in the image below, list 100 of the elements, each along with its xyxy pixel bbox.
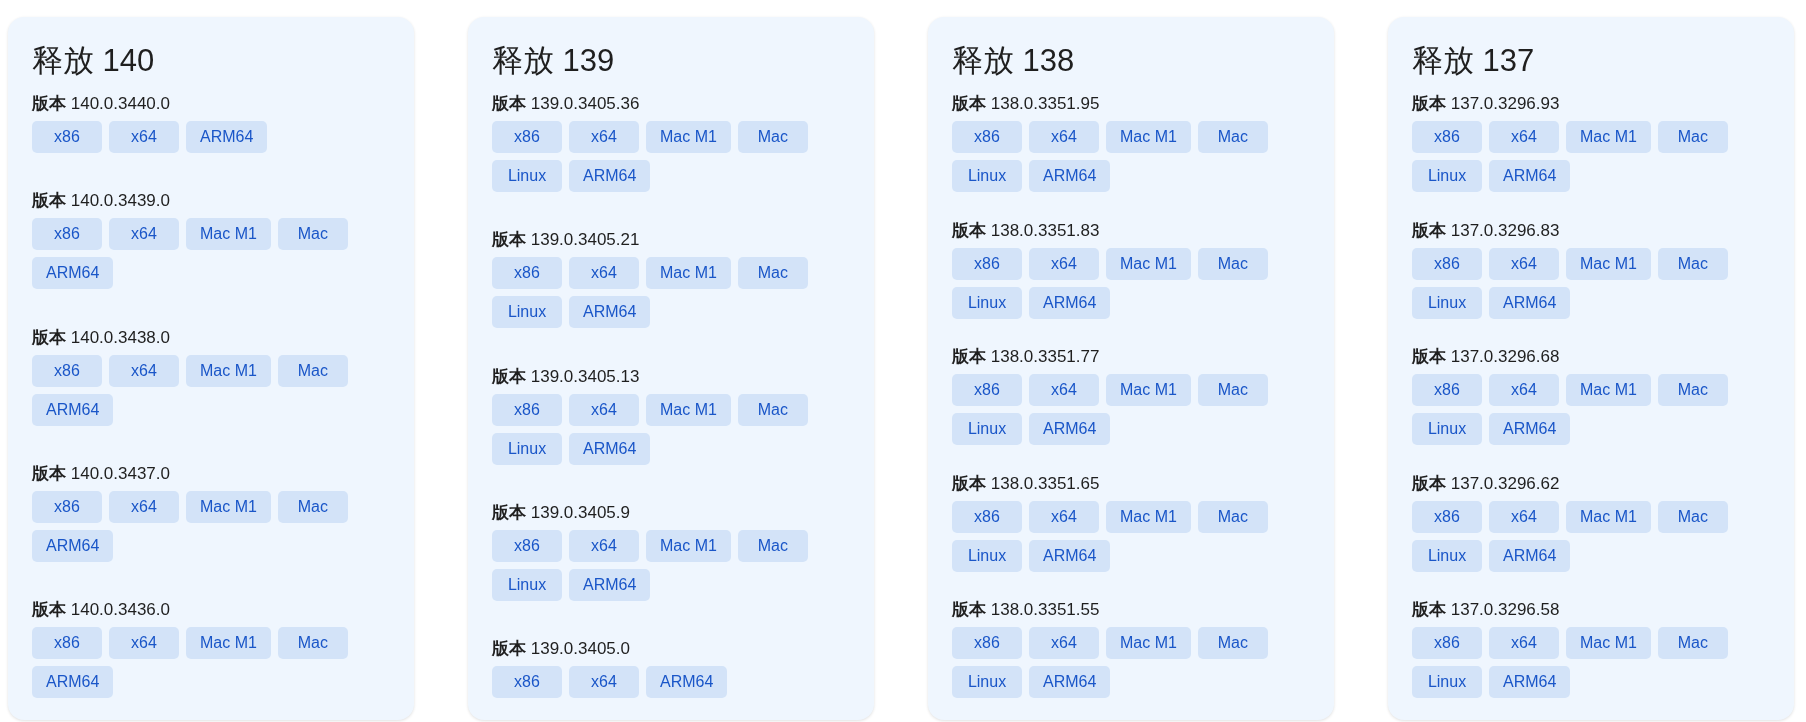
platform-download-link[interactable]: x86 (492, 666, 562, 698)
platform-download-link[interactable]: Linux (952, 286, 1022, 319)
platform-download-link[interactable]: Mac M1 (186, 354, 271, 387)
platform-download-link[interactable]: x86 (952, 247, 1022, 280)
platform-download-link[interactable]: Mac M1 (1106, 500, 1191, 533)
platform-download-link[interactable]: x86 (32, 354, 102, 387)
platform-download-link[interactable]: Mac (277, 627, 348, 659)
platform-download-link[interactable]: ARM64 (1029, 286, 1111, 319)
platform-download-link[interactable]: Mac (1197, 500, 1268, 533)
platform-download-link[interactable]: Linux (1412, 286, 1482, 319)
platform-download-link[interactable]: Linux (1412, 413, 1482, 445)
platform-download-link[interactable]: x64 (109, 121, 179, 153)
platform-download-link[interactable]: x64 (1029, 627, 1099, 659)
platform-download-link[interactable]: x64 (1489, 247, 1559, 280)
platform-download-link[interactable]: x64 (569, 529, 639, 562)
platform-download-link[interactable]: x64 (1029, 374, 1099, 406)
platform-download-link[interactable]: x64 (569, 121, 639, 153)
platform-download-link[interactable]: x86 (952, 374, 1022, 406)
platform-download-link[interactable]: ARM64 (32, 666, 114, 698)
platform-download-link[interactable]: Linux (952, 160, 1022, 192)
platform-download-link[interactable]: Mac M1 (1106, 121, 1191, 153)
platform-download-link[interactable]: ARM64 (32, 257, 114, 290)
platform-download-link[interactable]: Mac M1 (1566, 500, 1651, 533)
platform-download-link[interactable]: Mac (737, 529, 808, 562)
platform-download-link[interactable]: x64 (1029, 500, 1099, 533)
platform-download-link[interactable]: x64 (1029, 121, 1099, 153)
platform-download-link[interactable]: x64 (109, 627, 179, 659)
platform-download-link[interactable]: Mac (737, 393, 808, 426)
platform-download-link[interactable]: ARM64 (569, 432, 651, 465)
platform-download-link[interactable]: Linux (492, 568, 562, 601)
platform-download-link[interactable]: x86 (1412, 374, 1482, 406)
platform-download-link[interactable]: Mac M1 (186, 627, 271, 659)
platform-download-link[interactable]: ARM64 (32, 393, 114, 426)
platform-download-link[interactable]: x64 (1489, 500, 1559, 533)
platform-download-link[interactable]: Mac (277, 490, 348, 523)
platform-download-link[interactable]: x64 (569, 666, 639, 698)
platform-download-link[interactable]: Mac (737, 257, 808, 290)
platform-download-link[interactable]: x86 (1412, 121, 1482, 153)
platform-download-link[interactable]: ARM64 (569, 160, 651, 192)
platform-download-link[interactable]: x86 (952, 627, 1022, 659)
platform-download-link[interactable]: Linux (1412, 666, 1482, 698)
platform-download-link[interactable]: Mac (277, 218, 348, 251)
platform-download-link[interactable]: ARM64 (186, 121, 268, 153)
platform-download-link[interactable]: Mac M1 (646, 257, 731, 290)
platform-download-link[interactable]: ARM64 (646, 666, 728, 698)
platform-download-link[interactable]: ARM64 (1489, 539, 1571, 572)
platform-download-link[interactable]: x86 (952, 121, 1022, 153)
platform-download-link[interactable]: x86 (492, 393, 562, 426)
platform-download-link[interactable]: Mac M1 (646, 393, 731, 426)
platform-download-link[interactable]: ARM64 (1489, 286, 1571, 319)
platform-download-link[interactable]: Mac (1197, 247, 1268, 280)
platform-download-link[interactable]: Mac (1657, 121, 1728, 153)
platform-download-link[interactable]: Linux (1412, 539, 1482, 572)
platform-download-link[interactable]: x86 (1412, 500, 1482, 533)
platform-download-link[interactable]: Mac (1197, 374, 1268, 406)
platform-download-link[interactable]: Linux (492, 432, 562, 465)
platform-download-link[interactable]: Mac M1 (646, 121, 731, 153)
platform-download-link[interactable]: x86 (32, 121, 102, 153)
platform-download-link[interactable]: Mac M1 (186, 490, 271, 523)
platform-download-link[interactable]: x64 (109, 218, 179, 251)
platform-download-link[interactable]: Mac (1657, 247, 1728, 280)
platform-download-link[interactable]: x86 (492, 121, 562, 153)
platform-download-link[interactable]: x64 (569, 393, 639, 426)
platform-download-link[interactable]: Linux (952, 413, 1022, 445)
platform-download-link[interactable]: Mac M1 (1566, 627, 1651, 659)
platform-download-link[interactable]: Mac (1197, 121, 1268, 153)
platform-download-link[interactable]: Mac (277, 354, 348, 387)
platform-download-link[interactable]: Mac (1657, 374, 1728, 406)
platform-download-link[interactable]: Mac M1 (1106, 374, 1191, 406)
platform-download-link[interactable]: Mac M1 (1106, 247, 1191, 280)
platform-download-link[interactable]: x64 (1489, 374, 1559, 406)
platform-download-link[interactable]: Mac (737, 121, 808, 153)
platform-download-link[interactable]: x64 (1489, 627, 1559, 659)
platform-download-link[interactable]: Linux (952, 666, 1022, 698)
platform-download-link[interactable]: Linux (492, 160, 562, 192)
platform-download-link[interactable]: ARM64 (1029, 413, 1111, 445)
platform-download-link[interactable]: x86 (492, 257, 562, 290)
platform-download-link[interactable]: ARM64 (569, 568, 651, 601)
platform-download-link[interactable]: Linux (952, 539, 1022, 572)
platform-download-link[interactable]: x86 (952, 500, 1022, 533)
platform-download-link[interactable]: x86 (1412, 627, 1482, 659)
platform-download-link[interactable]: x86 (32, 218, 102, 251)
platform-download-link[interactable]: x86 (32, 490, 102, 523)
platform-download-link[interactable]: ARM64 (1489, 160, 1571, 192)
platform-download-link[interactable]: Mac M1 (1566, 121, 1651, 153)
platform-download-link[interactable]: Mac M1 (1566, 374, 1651, 406)
platform-download-link[interactable]: x86 (492, 529, 562, 562)
platform-download-link[interactable]: ARM64 (569, 296, 651, 329)
platform-download-link[interactable]: Mac M1 (1106, 627, 1191, 659)
platform-download-link[interactable]: Mac M1 (186, 218, 271, 251)
platform-download-link[interactable]: x64 (1029, 247, 1099, 280)
platform-download-link[interactable]: ARM64 (1029, 666, 1111, 698)
platform-download-link[interactable]: x86 (1412, 247, 1482, 280)
platform-download-link[interactable]: Mac M1 (646, 529, 731, 562)
platform-download-link[interactable]: ARM64 (1029, 160, 1111, 192)
platform-download-link[interactable]: x64 (569, 257, 639, 290)
platform-download-link[interactable]: ARM64 (1029, 539, 1111, 572)
platform-download-link[interactable]: Linux (492, 296, 562, 329)
platform-download-link[interactable]: x64 (1489, 121, 1559, 153)
platform-download-link[interactable]: ARM64 (1489, 666, 1571, 698)
